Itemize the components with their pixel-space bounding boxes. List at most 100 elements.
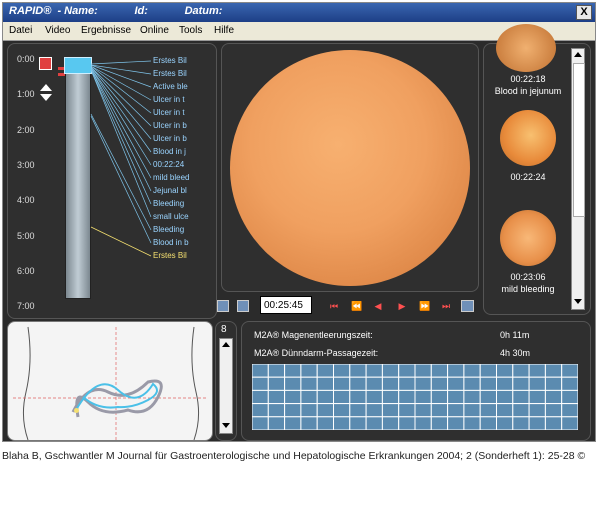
grid-cell (447, 364, 465, 378)
thumbnail-image[interactable] (496, 24, 556, 72)
grid-cell (430, 416, 449, 430)
grid-cell (284, 389, 302, 405)
grid-cell (528, 364, 546, 378)
close-button[interactable]: X (576, 5, 592, 20)
grid-cell (333, 376, 351, 391)
event-label[interactable]: small ulce (153, 212, 189, 221)
scroll-down-icon[interactable] (574, 299, 582, 304)
play-backward-icon[interactable]: ◀ (373, 301, 383, 311)
event-label[interactable]: Ulcer in b (153, 134, 187, 143)
grid-cell (463, 376, 481, 391)
grid-cell (512, 416, 530, 430)
grid-cell (479, 416, 497, 430)
grid-cell (381, 416, 400, 430)
grid-cell (463, 416, 481, 430)
grid-cell (463, 389, 481, 405)
thumbnail-image[interactable] (500, 110, 556, 166)
play-icon[interactable]: ▶ (397, 301, 407, 311)
grid-cell (430, 403, 449, 418)
menu-hilfe[interactable]: Hilfe (214, 25, 234, 36)
event-label[interactable]: Active ble (153, 82, 188, 91)
event-label[interactable]: mild bleed (153, 173, 189, 182)
menu-online[interactable]: Online (140, 25, 169, 36)
step-back-icon[interactable]: ⏪ (351, 301, 362, 311)
scrollbar-thumb[interactable] (573, 63, 585, 217)
thumbnail-scrollbar[interactable] (571, 48, 585, 310)
scroll-up-icon[interactable] (574, 52, 582, 57)
video-panel (221, 43, 479, 292)
gear-icon[interactable] (217, 300, 229, 312)
thumbnail-label: Blood in jejunum (494, 86, 562, 96)
event-label[interactable]: Blood in b (153, 238, 189, 247)
scroll-down-icon[interactable] (222, 423, 230, 428)
grid-cell (496, 416, 514, 430)
grid-cell (252, 416, 269, 430)
skip-to-start-icon[interactable]: ⏮ (329, 301, 339, 311)
skip-to-end-icon[interactable]: ⏭ (441, 301, 451, 311)
grid-cell (414, 364, 432, 378)
localization-panel (7, 321, 213, 441)
grid-cell (316, 389, 334, 405)
grid-cell (430, 389, 449, 405)
grid-cell (300, 403, 318, 418)
result-value: 4h 30m (500, 348, 531, 358)
event-label[interactable]: Erstes Bil (153, 69, 187, 78)
grid-cell (381, 389, 400, 405)
snapshot-icon[interactable] (237, 300, 249, 312)
grid-cell (496, 403, 514, 418)
grid-cell (381, 403, 400, 418)
event-label[interactable]: Blood in j (153, 147, 186, 156)
thumbnail-panel: 00:22:18 Blood in jejunum 00:22:24 00:23… (483, 24, 591, 315)
side-scrollbar[interactable] (219, 338, 233, 434)
result-label: M2A® Dünndarm-Passagezeit: (254, 348, 379, 358)
grid-cell (512, 364, 530, 378)
event-label[interactable]: Bleeding (153, 225, 184, 234)
grid-cell (333, 389, 351, 405)
grid-cell (528, 403, 546, 418)
thumbnail-image[interactable] (500, 210, 556, 266)
grid-cell (479, 364, 497, 378)
grid-cell (267, 389, 286, 405)
thumbnail-time: 00:22:18 (510, 74, 546, 84)
grid-cell (365, 389, 383, 405)
grid-cell (252, 389, 269, 405)
event-label[interactable]: 00:22:24 (153, 160, 184, 169)
grid-cell (544, 364, 563, 378)
export-icon[interactable] (461, 300, 474, 312)
grid-cell (316, 376, 334, 391)
grid-cell (447, 416, 465, 430)
grid-cell (365, 364, 383, 378)
menu-datei[interactable]: Datei (9, 25, 32, 36)
grid-cell (463, 364, 481, 378)
menu-ergebnisse[interactable]: Ergebnisse (81, 25, 131, 36)
grid-cell (349, 389, 367, 405)
scroll-up-icon[interactable] (222, 342, 230, 347)
menu-tools[interactable]: Tools (179, 25, 202, 36)
thumbnail-time: 00:23:06 (510, 272, 546, 282)
timecode-field[interactable]: 00:25:45 (260, 296, 312, 314)
event-label[interactable]: Ulcer in t (153, 95, 185, 104)
step-forward-icon[interactable]: ⏩ (419, 301, 430, 311)
event-label[interactable]: Ulcer in t (153, 108, 185, 117)
event-label[interactable]: Erstes Bil (153, 251, 187, 260)
grid-cell (447, 389, 465, 405)
grid-cell (284, 403, 302, 418)
grid-cell (528, 416, 546, 430)
grid-cell (512, 389, 530, 405)
event-label[interactable]: Ulcer in b (153, 121, 187, 130)
grid-cell (284, 376, 302, 391)
menu-video[interactable]: Video (45, 25, 70, 36)
thumbnail-label: mild bleeding (501, 284, 555, 294)
capsule-position-marker (74, 408, 79, 413)
event-label[interactable]: Erstes Bil (153, 56, 187, 65)
grid-cell (496, 376, 514, 391)
event-label[interactable]: Bleeding (153, 199, 184, 208)
grid-cell (561, 416, 578, 430)
grid-cell (267, 364, 286, 378)
grid-cell (479, 403, 497, 418)
grid-cell (381, 364, 400, 378)
grid-cell (544, 416, 563, 430)
grid-cell (544, 403, 563, 418)
grid-cell (349, 364, 367, 378)
event-label[interactable]: Jejunal bl (153, 186, 187, 195)
